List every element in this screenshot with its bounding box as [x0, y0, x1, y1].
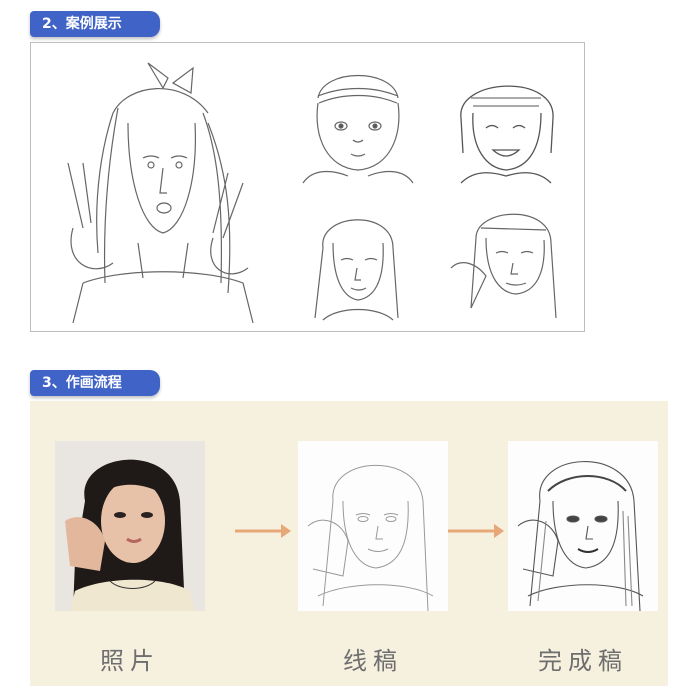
process-panel: 照片 线稿 完成稿 — [30, 401, 668, 686]
sketch-finished — [508, 441, 658, 611]
step-label-photo: 照片 — [100, 647, 160, 675]
sketch-girl-bangs — [441, 58, 571, 188]
section-tag-cases: 2、案例展示 — [30, 11, 160, 37]
section-tag-process: 3、作画流程 — [30, 370, 160, 396]
case-gallery — [30, 42, 585, 332]
photo-original — [55, 441, 205, 611]
step-label-line-draft: 线稿 — [343, 647, 403, 675]
sketch-line-draft — [298, 441, 448, 611]
sketch-girl-with-bow — [43, 53, 263, 323]
sketch-woman-long-hair — [293, 198, 423, 323]
step-label-finished: 完成稿 — [538, 647, 628, 675]
sketch-woman-leaning — [441, 198, 571, 323]
arrow-right-icon — [446, 521, 506, 541]
arrow-right-icon — [233, 521, 293, 541]
sketch-baby-headband — [293, 58, 423, 188]
